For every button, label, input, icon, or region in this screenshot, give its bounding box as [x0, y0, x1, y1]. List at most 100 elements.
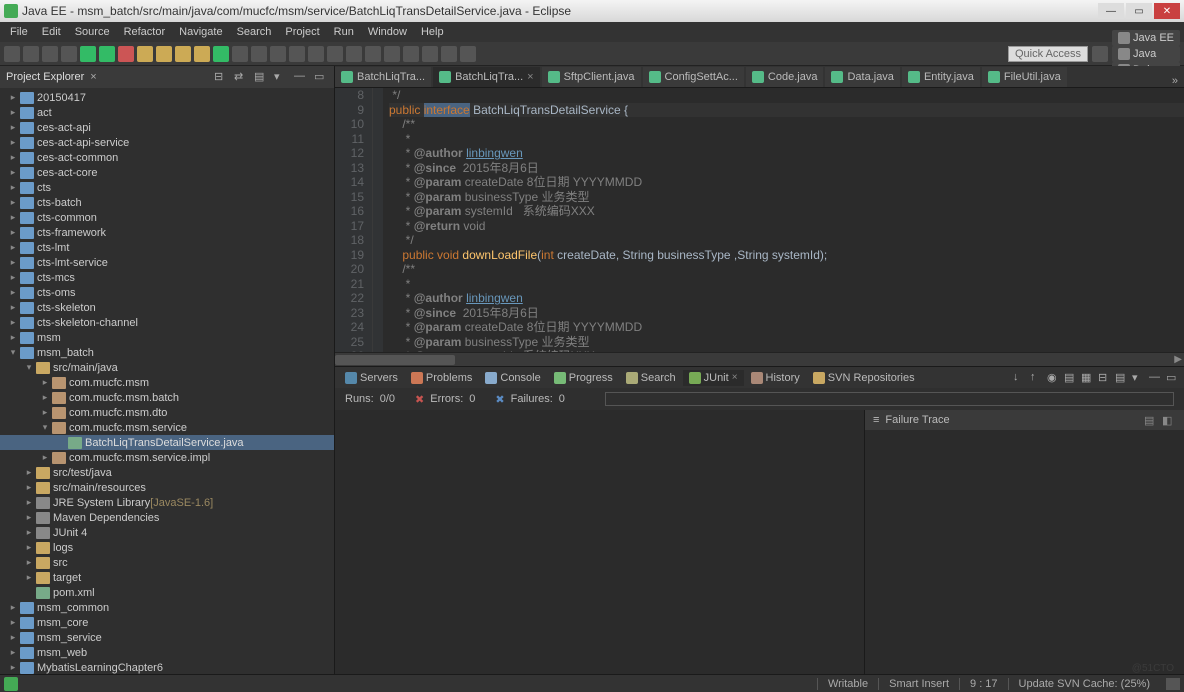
close-view-tab-button[interactable]: ×: [732, 372, 738, 383]
minimize-button[interactable]: —: [1098, 3, 1124, 19]
menu-search[interactable]: Search: [231, 24, 278, 40]
step-into-button[interactable]: [175, 46, 191, 62]
view-tab-console[interactable]: Console: [479, 370, 546, 386]
view-tab-search[interactable]: Search: [620, 370, 682, 386]
menu-window[interactable]: Window: [362, 24, 413, 40]
junit-toolbar-button-2[interactable]: ◉: [1047, 371, 1061, 385]
toggle-mark-button[interactable]: [327, 46, 343, 62]
editor-tab[interactable]: FileUtil.java: [982, 67, 1067, 87]
more-tabs-button[interactable]: »: [1166, 75, 1184, 87]
view-tab-progress[interactable]: Progress: [548, 370, 619, 386]
tree-node[interactable]: ▸cts-lmt-service: [0, 255, 334, 270]
junit-toolbar-button-8[interactable]: —: [1149, 371, 1163, 385]
junit-tree[interactable]: [335, 410, 865, 674]
save-all-button[interactable]: [42, 46, 58, 62]
junit-toolbar-button-3[interactable]: ▤: [1064, 371, 1078, 385]
tree-node[interactable]: ▸com.mucfc.msm.batch: [0, 390, 334, 405]
close-tab-button[interactable]: ×: [527, 71, 533, 83]
editor-tab[interactable]: Code.java: [746, 67, 824, 87]
junit-toolbar-button-5[interactable]: ⊟: [1098, 371, 1112, 385]
perspective-java-ee[interactable]: Java EE: [1112, 30, 1180, 46]
pause-button[interactable]: [137, 46, 153, 62]
fold-gutter[interactable]: [373, 88, 383, 352]
open-type-button[interactable]: [289, 46, 305, 62]
view-menu-button[interactable]: ▾: [274, 70, 288, 84]
scroll-right-arrow[interactable]: ▶: [1174, 354, 1182, 365]
collapse-all-button[interactable]: ⊟: [214, 70, 228, 84]
tree-node[interactable]: ▸MybatisLearningChapter6: [0, 660, 334, 674]
editor-h-scrollbar[interactable]: ▶: [335, 352, 1184, 366]
tree-node[interactable]: ▸logs: [0, 540, 334, 555]
menu-source[interactable]: Source: [69, 24, 116, 40]
minimize-view-button[interactable]: —: [294, 70, 308, 84]
editor-tab[interactable]: Data.java: [825, 67, 899, 87]
debug-button[interactable]: [80, 46, 96, 62]
new-class-button[interactable]: [270, 46, 286, 62]
tree-node[interactable]: ▸ces-act-api-service: [0, 135, 334, 150]
code-editor[interactable]: 8910111213141516171819202122232425262728…: [335, 88, 1184, 352]
tree-node[interactable]: ▾src/main/java: [0, 360, 334, 375]
show-whitespace-button[interactable]: [441, 46, 457, 62]
link-button[interactable]: [422, 46, 438, 62]
open-perspective-button[interactable]: [1092, 46, 1108, 62]
tree-node[interactable]: ▸Maven Dependencies: [0, 510, 334, 525]
project-tree[interactable]: ▸20150417▸act▸ces-act-api▸ces-act-api-se…: [0, 88, 334, 674]
tree-node[interactable]: ▸msm_web: [0, 645, 334, 660]
tree-node[interactable]: ▸com.mucfc.msm.service.impl: [0, 450, 334, 465]
print-button[interactable]: [61, 46, 77, 62]
menu-refactor[interactable]: Refactor: [118, 24, 172, 40]
tree-node[interactable]: ▸ces-act-core: [0, 165, 334, 180]
editor-tab[interactable]: ConfigSettAc...: [643, 67, 744, 87]
tree-node[interactable]: BatchLiqTransDetailService.java: [0, 435, 334, 450]
editor-tab[interactable]: BatchLiqTra...: [335, 67, 431, 87]
tree-node[interactable]: ▸cts-skeleton-channel: [0, 315, 334, 330]
tree-node[interactable]: ▸target: [0, 570, 334, 585]
new-button[interactable]: [4, 46, 20, 62]
scrollbar-thumb[interactable]: [335, 355, 455, 365]
close-button[interactable]: ✕: [1154, 3, 1180, 19]
menu-file[interactable]: File: [4, 24, 34, 40]
link-editor-button[interactable]: ⇄: [234, 70, 248, 84]
view-tab-servers[interactable]: Servers: [339, 370, 404, 386]
junit-toolbar-button-9[interactable]: ▭: [1166, 371, 1180, 385]
tree-node[interactable]: pom.xml: [0, 585, 334, 600]
tree-node[interactable]: ▸cts-mcs: [0, 270, 334, 285]
new-pkg-button[interactable]: [251, 46, 267, 62]
tree-node[interactable]: ▸msm_service: [0, 630, 334, 645]
tree-node[interactable]: ▸cts-framework: [0, 225, 334, 240]
tree-node[interactable]: ▸ces-act-common: [0, 150, 334, 165]
tree-node[interactable]: ▸cts-lmt: [0, 240, 334, 255]
last-edit-button[interactable]: [384, 46, 400, 62]
menu-run[interactable]: Run: [328, 24, 360, 40]
tree-node[interactable]: ▸ces-act-api: [0, 120, 334, 135]
tree-node[interactable]: ▸msm: [0, 330, 334, 345]
tree-node[interactable]: ▸com.mucfc.msm: [0, 375, 334, 390]
quick-access-input[interactable]: Quick Access: [1008, 46, 1088, 62]
tree-node[interactable]: ▸JRE System Library [JavaSE-1.6]: [0, 495, 334, 510]
step-over-button[interactable]: [156, 46, 172, 62]
junit-toolbar-button-0[interactable]: ↓: [1013, 371, 1027, 385]
junit-toolbar-button-6[interactable]: ▤: [1115, 371, 1129, 385]
nav-fwd-button[interactable]: [365, 46, 381, 62]
pin-button[interactable]: [403, 46, 419, 62]
tree-node[interactable]: ▸act: [0, 105, 334, 120]
nav-back-button[interactable]: [346, 46, 362, 62]
run-button[interactable]: [99, 46, 115, 62]
tree-node[interactable]: ▾msm_batch: [0, 345, 334, 360]
junit-toolbar-button-4[interactable]: ▦: [1081, 371, 1095, 385]
menu-edit[interactable]: Edit: [36, 24, 67, 40]
search-button[interactable]: [308, 46, 324, 62]
progress-icon[interactable]: [1166, 678, 1180, 690]
view-tab-svn-repositories[interactable]: SVN Repositories: [807, 370, 921, 386]
tree-node[interactable]: ▸src/main/resources: [0, 480, 334, 495]
tree-node[interactable]: ▸msm_common: [0, 600, 334, 615]
tree-node[interactable]: ▸20150417: [0, 90, 334, 105]
maximize-button[interactable]: ▭: [1126, 3, 1152, 19]
tree-node[interactable]: ▸src: [0, 555, 334, 570]
editor-tab[interactable]: BatchLiqTra...×: [433, 67, 540, 87]
tree-node[interactable]: ▸cts-skeleton: [0, 300, 334, 315]
view-tab-problems[interactable]: Problems: [405, 370, 478, 386]
focus-task-button[interactable]: ▤: [254, 70, 268, 84]
editor-tab[interactable]: SftpClient.java: [542, 67, 641, 87]
tree-node[interactable]: ▸cts: [0, 180, 334, 195]
